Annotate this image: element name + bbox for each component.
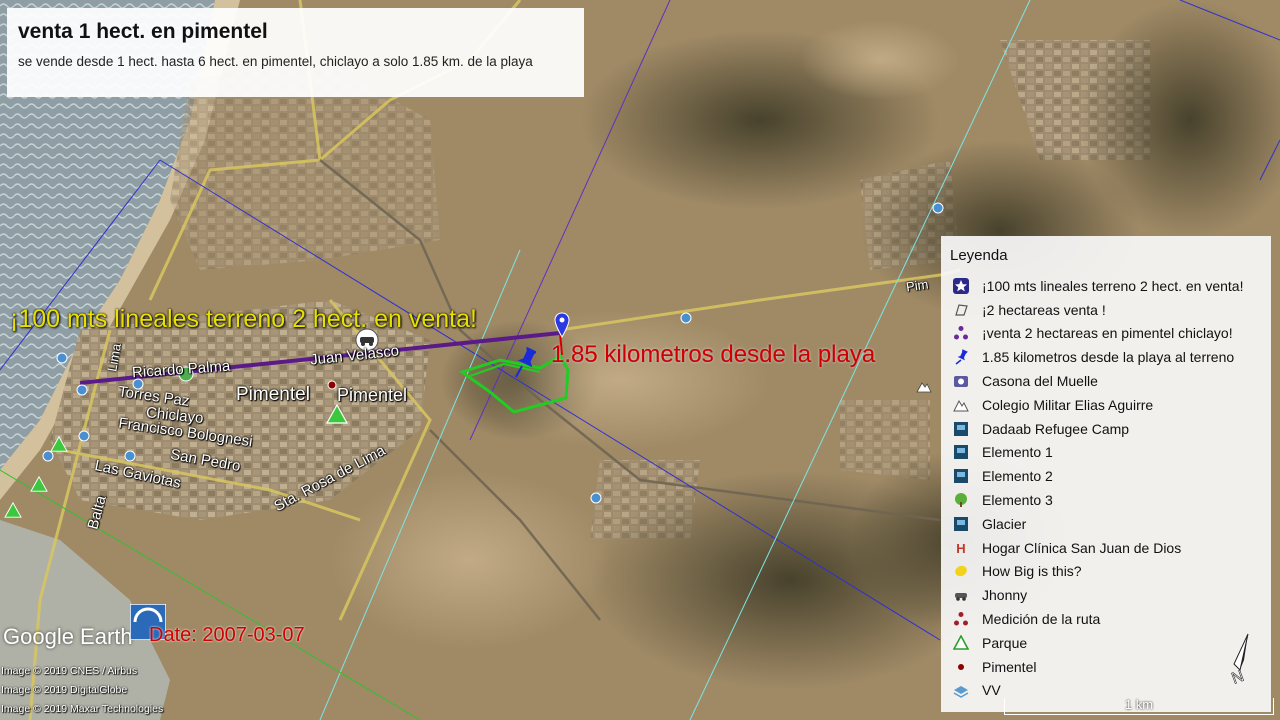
- photo-marker-icon[interactable]: [56, 352, 68, 364]
- legend-item[interactable]: ¡100 mts lineales terreno 2 hect. en ven…: [952, 274, 1243, 298]
- legend-item[interactable]: Pimentel: [952, 655, 1243, 679]
- blue-pin-icon[interactable]: [554, 312, 570, 338]
- attribution-line: Image © 2019 CNES / Airbus: [1, 665, 138, 677]
- park-marker-icon[interactable]: [4, 502, 22, 518]
- map-subtitle: se vende desde 1 hect. hasta 6 hect. en …: [18, 54, 533, 69]
- legend-item[interactable]: Parque: [952, 631, 1243, 655]
- google-earth-logo: Google Earth: [3, 624, 133, 649]
- scale-label: 1 km: [1124, 697, 1154, 712]
- attribution-line: Image © 2019 DigitalGlobe: [1, 684, 128, 696]
- legend-item-label: Elemento 3: [982, 492, 1053, 509]
- legend-item-label: Dadaab Refugee Camp: [982, 420, 1130, 437]
- layers-icon: [952, 681, 970, 699]
- town-label-pimentel: Pimentel: [236, 384, 310, 405]
- pushpin-icon: [952, 348, 970, 366]
- legend-item-label: ¡2 hectareas venta !: [982, 301, 1106, 318]
- park-marker-icon[interactable]: [326, 404, 348, 424]
- photo-icon: [952, 420, 970, 438]
- triangle-dots-icon: [952, 324, 970, 342]
- legend-item[interactable]: Colegio Militar Elias Aguirre: [952, 393, 1243, 417]
- photo-marker-icon[interactable]: [590, 492, 602, 504]
- red-dot-marker-icon[interactable]: [327, 380, 337, 390]
- polygon-outline-icon: [952, 301, 970, 319]
- svg-text:N: N: [1230, 668, 1247, 688]
- legend-item-label: Pimentel: [982, 658, 1037, 675]
- svg-text:H: H: [956, 541, 965, 556]
- legend-item-label: VV: [982, 682, 1001, 699]
- legend-item-label: Casona del Muelle: [982, 373, 1098, 390]
- route-dots-icon: [952, 610, 970, 628]
- mountain-marker-icon[interactable]: [916, 378, 932, 394]
- hospital-icon: H: [952, 539, 970, 557]
- legend-item[interactable]: 1.85 kilometros desde la playa al terren…: [952, 345, 1243, 369]
- town-label-pimentel-marker: Pimentel: [337, 385, 408, 405]
- legend-item-label: Parque: [982, 634, 1028, 651]
- legend-item-label: Jhonny: [982, 587, 1028, 604]
- legend-item-label: Glacier: [982, 515, 1027, 532]
- street-label-pimentel-road: Pim: [905, 276, 930, 295]
- photo-icon: [952, 515, 970, 533]
- legend-item-label: How Big is this?: [982, 563, 1082, 580]
- photo-icon: [952, 443, 970, 461]
- compass-icon[interactable]: N: [1212, 630, 1260, 692]
- park-marker-icon[interactable]: [30, 476, 48, 492]
- terreno-label: ¡100 mts lineales terreno 2 hect. en ven…: [10, 305, 477, 333]
- legend-item[interactable]: Jhonny: [952, 583, 1243, 607]
- legend-item-label: ¡venta 2 hectareas en pimentel chiclayo!: [982, 325, 1233, 342]
- legend-item-label: ¡100 mts lineales terreno 2 hect. en ven…: [982, 277, 1244, 294]
- legend-item-label: Elemento 2: [982, 468, 1053, 485]
- legend-item[interactable]: ¡venta 2 hectareas en pimentel chiclayo!: [952, 322, 1243, 346]
- photo-icon: [952, 467, 970, 485]
- legend-item[interactable]: How Big is this?: [952, 560, 1243, 584]
- legend-item-label: 1.85 kilometros desde la playa al terren…: [982, 349, 1235, 366]
- attribution-line: Image © 2019 Maxar Technologies: [1, 703, 164, 715]
- legend-item[interactable]: Elemento 3: [952, 488, 1243, 512]
- pushpin-marker-icon[interactable]: [510, 346, 536, 378]
- legend-item[interactable]: H Hogar Clínica San Juan de Dios: [952, 536, 1243, 560]
- red-dot-icon: [952, 658, 970, 676]
- photo-marker-icon[interactable]: [78, 430, 90, 442]
- photo-marker-icon[interactable]: [124, 450, 136, 462]
- camera-icon: [952, 372, 970, 390]
- title-box: venta 1 hect. en pimentel se vende desde…: [7, 8, 584, 97]
- legend-list: ¡100 mts lineales terreno 2 hect. en ven…: [952, 274, 1243, 702]
- legend-item-label: Colegio Militar Elias Aguirre: [982, 396, 1154, 413]
- legend-title: Leyenda: [950, 247, 1008, 264]
- yellow-balloon-icon: [952, 562, 970, 580]
- photo-marker-icon[interactable]: [42, 450, 54, 462]
- car-icon: [952, 586, 970, 604]
- park-triangle-icon: [952, 634, 970, 652]
- legend-item[interactable]: Glacier: [952, 512, 1243, 536]
- legend-item-label: Hogar Clínica San Juan de Dios: [982, 539, 1182, 556]
- legend-item[interactable]: Casona del Muelle: [952, 369, 1243, 393]
- star-marker-icon: [952, 277, 970, 295]
- scale-bar: 1 km: [1004, 697, 1274, 715]
- legend-item[interactable]: Elemento 1: [952, 441, 1243, 465]
- mountain-icon: [952, 396, 970, 414]
- photo-marker-icon[interactable]: [932, 202, 944, 214]
- legend-item[interactable]: Elemento 2: [952, 464, 1243, 488]
- legend-item-label: Medición de la ruta: [982, 611, 1101, 628]
- photo-marker-icon[interactable]: [76, 384, 88, 396]
- legend-item[interactable]: Medición de la ruta: [952, 607, 1243, 631]
- legend-item[interactable]: ¡2 hectareas venta !: [952, 298, 1243, 322]
- legend-item-label: Elemento 1: [982, 444, 1053, 461]
- photo-marker-icon[interactable]: [680, 312, 692, 324]
- imagery-date: Date: 2007-03-07: [149, 624, 305, 646]
- distance-label: 1.85 kilometros desde la playa: [551, 341, 876, 368]
- tree-icon: [952, 491, 970, 509]
- map-title: venta 1 hect. en pimentel: [18, 20, 268, 43]
- legend-item[interactable]: Dadaab Refugee Camp: [952, 417, 1243, 441]
